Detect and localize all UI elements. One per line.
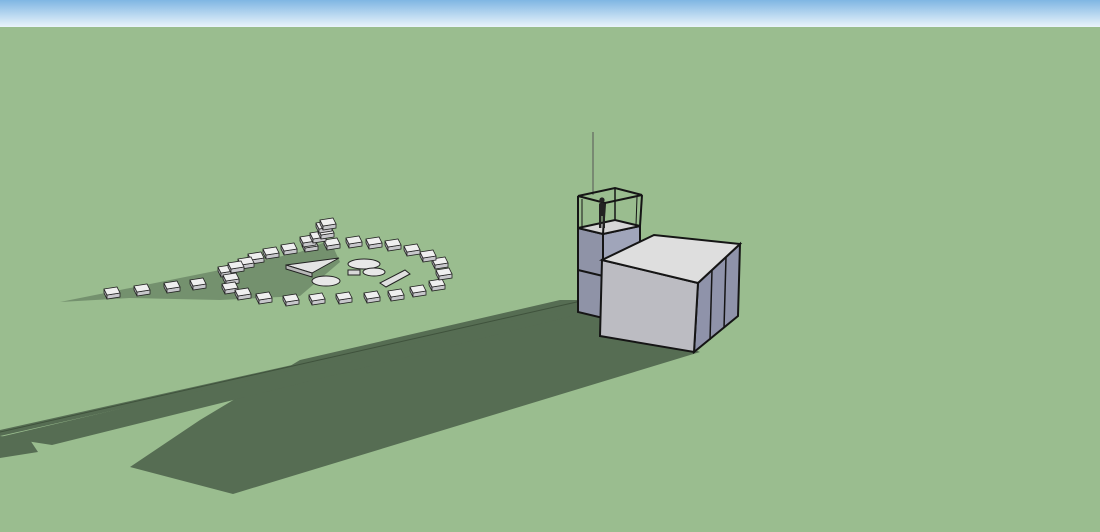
block [282, 293, 300, 307]
disc-piece [347, 258, 381, 270]
sky [0, 0, 1100, 27]
block [365, 236, 383, 250]
block [419, 249, 437, 263]
block [345, 235, 363, 249]
block [227, 260, 245, 274]
disc-piece [311, 275, 341, 287]
block [319, 217, 337, 231]
block [435, 267, 453, 281]
block [262, 246, 280, 260]
disc-piece [362, 267, 386, 277]
block [363, 290, 381, 304]
block [103, 286, 121, 300]
block [133, 283, 151, 297]
block [189, 277, 207, 291]
block [255, 291, 273, 305]
block [409, 284, 427, 298]
model-viewport[interactable] [0, 0, 1100, 532]
block [234, 287, 252, 301]
block [387, 288, 405, 302]
block [428, 278, 446, 292]
small-piece [347, 269, 361, 276]
block [163, 280, 181, 294]
block [308, 292, 326, 306]
block [280, 242, 298, 256]
block [384, 238, 402, 252]
block [403, 243, 421, 257]
block [335, 291, 353, 305]
